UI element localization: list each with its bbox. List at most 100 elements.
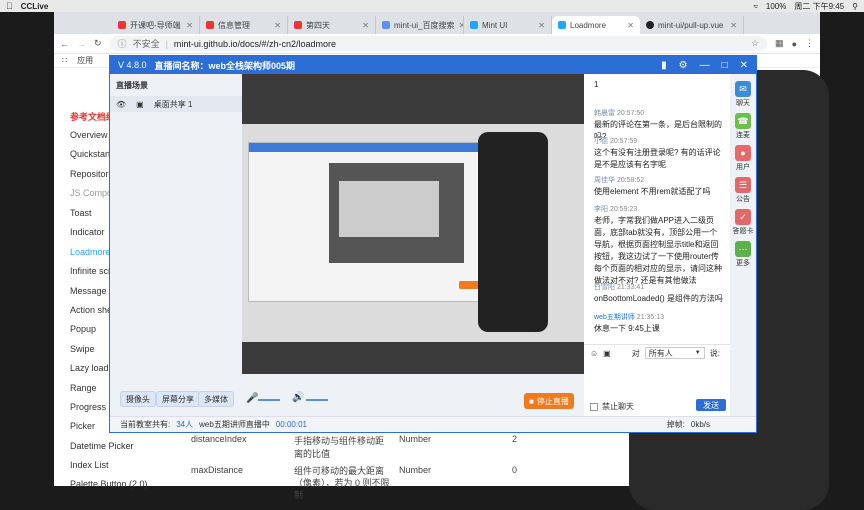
wifi-icon[interactable]: ≈	[753, 2, 757, 11]
nav-item[interactable]: Overview	[70, 130, 108, 140]
monitor-icon: ▣	[136, 99, 144, 109]
nav-item[interactable]: Quickstart	[70, 149, 111, 159]
close-icon[interactable]: ✕	[740, 60, 748, 71]
mute-all-toggle[interactable]: 禁止聊天	[590, 401, 634, 412]
nav-item[interactable]: Palette Button (2.0)	[70, 479, 148, 489]
browser-tab[interactable]: 信息管理 ✕	[200, 16, 288, 34]
maximize-icon[interactable]: □	[722, 60, 728, 71]
tab-label: Loadmore	[570, 20, 607, 30]
tab-favicon-icon	[294, 21, 302, 29]
app-name[interactable]: CCLive	[21, 2, 49, 11]
mic-volume-slider[interactable]	[258, 399, 280, 401]
nav-item[interactable]: Popup	[70, 324, 96, 334]
table-cell: distanceIndex	[191, 434, 247, 444]
chat-author: 小德	[594, 138, 608, 145]
nav-item[interactable]: Lazy load	[70, 363, 109, 373]
settings-icon[interactable]: ⚙	[679, 60, 688, 71]
menu-icon[interactable]: ⋮	[805, 38, 814, 49]
online-count: 34人	[176, 420, 194, 429]
chat-text: 这个有没有注册登录呢? 有的话评论是不是应该有名字呢	[594, 148, 721, 169]
close-icon[interactable]: ✕	[627, 21, 634, 30]
chat-input[interactable]	[590, 363, 724, 391]
browser-tab[interactable]: 第四天 ✕	[288, 16, 376, 34]
tab-strip: 开课吧-导师端✕ 信息管理✕ 第四天✕ mint-ui_百度搜索✕ Mint U…	[54, 12, 820, 34]
browser-tab[interactable]: Mint UI ✕	[464, 16, 552, 34]
media-button[interactable]: 多媒体	[198, 391, 234, 407]
speaker-icon[interactable]: 🔊	[292, 392, 304, 403]
github-icon	[646, 21, 654, 29]
emoji-icon[interactable]: ☺	[590, 349, 598, 358]
battery-level[interactable]: 100%	[766, 2, 786, 11]
nav-item[interactable]: Picker	[70, 421, 95, 431]
forward-icon[interactable]: →	[77, 39, 86, 49]
chat-text: 老师，字常我们做APP进入二级页面，底部tab就没有，顶部公用一个导航，根据页面…	[594, 216, 722, 285]
close-icon[interactable]: ✕	[186, 21, 193, 30]
nav-item[interactable]: Index List	[70, 460, 109, 470]
tab-label: mint-ui_百度搜索	[394, 20, 455, 30]
chat-time: 20:57:50	[616, 110, 645, 117]
extension-icon[interactable]: ▦	[775, 38, 784, 49]
link-icon[interactable]: ☎	[735, 113, 751, 129]
quiz-icon[interactable]: ✓	[735, 209, 751, 225]
room-title: 直播间名称：web全栈架构师005期	[154, 60, 296, 71]
nav-item[interactable]: Toast	[70, 208, 92, 218]
status-bar: 当前教室共有: 34人 web五期讲师直播中 00:00:01 掉帧: 0kb/…	[110, 416, 756, 432]
eye-icon[interactable]: 👁	[116, 100, 126, 109]
screen-share-button[interactable]: 屏幕分享	[156, 391, 200, 407]
table-cell: Number	[399, 434, 432, 444]
image-icon[interactable]: ▣	[603, 349, 611, 358]
chat-text: 使用element 不用rem就适配了吗	[594, 187, 711, 196]
back-icon[interactable]: ←	[60, 39, 69, 49]
chat-author: web五期讲师	[594, 314, 635, 321]
send-button[interactable]: 发送	[696, 399, 726, 411]
browser-tab-active[interactable]: Loadmore ✕	[552, 16, 640, 34]
chat-text: onBoottomLoaded() 是组件的方法吗	[594, 294, 723, 303]
close-icon[interactable]: ✕	[730, 21, 737, 30]
minimize-icon[interactable]: —	[700, 60, 710, 71]
cursor-icon: ➤	[530, 330, 539, 341]
close-icon[interactable]: ✕	[274, 21, 281, 30]
apps-icon[interactable]: ∷	[62, 56, 67, 65]
browser-tab[interactable]: 开课吧-导师端 ✕	[112, 16, 200, 34]
close-icon[interactable]: ✕	[538, 21, 545, 30]
profile-icon[interactable]: ●	[792, 39, 797, 49]
speaker-volume-slider[interactable]	[306, 399, 328, 401]
clock[interactable]: 周二 下午9:45	[794, 1, 844, 12]
nav-item-active[interactable]: Loadmore	[70, 247, 111, 257]
star-icon[interactable]: ☆	[751, 38, 759, 49]
chat-message: 周佳华 20:58:52 使用element 不用rem就适配了吗	[594, 175, 724, 198]
target-select[interactable]: 所有人 ▼	[644, 347, 705, 359]
close-icon[interactable]: ✕	[362, 21, 369, 30]
reload-icon[interactable]: ↻	[94, 38, 102, 49]
user-icon[interactable]: ●	[735, 145, 751, 161]
table-cell: 2	[512, 434, 518, 444]
stop-live-button[interactable]: ■ 停止直播	[524, 393, 574, 409]
apple-icon[interactable]: 	[6, 1, 13, 11]
camera-button[interactable]: 摄像头	[120, 391, 156, 407]
nav-item[interactable]: Indicator	[70, 227, 105, 237]
scene-item[interactable]: 👁 ▣ 桌面共享 1	[110, 96, 242, 112]
more-icon[interactable]: ⋯	[735, 241, 751, 257]
browser-tab[interactable]: mint-ui_百度搜索✕	[376, 16, 464, 34]
tab-label: Mint UI	[482, 20, 508, 30]
info-icon[interactable]: ⓘ	[118, 37, 127, 50]
tab-favicon-icon	[382, 21, 390, 29]
url-text[interactable]: mint-ui.github.io/docs/#/zh-cn2/loadmore	[174, 39, 336, 49]
apps-bookmark[interactable]: 应用	[77, 55, 93, 66]
online-label: 当前教室共有:	[120, 420, 171, 429]
scene-panel: 直播场景 👁 ▣ 桌面共享 1	[110, 74, 242, 374]
nav-item[interactable]: Datetime Picker	[70, 441, 134, 451]
table-cell: 0	[512, 465, 518, 475]
nav-item[interactable]: Swipe	[70, 344, 95, 354]
nav-item[interactable]: Progress	[70, 402, 106, 412]
mute-checkbox[interactable]	[590, 402, 598, 411]
url-bar[interactable]: ⓘ 不安全 | mint-ui.github.io/docs/#/zh-cn2/…	[109, 36, 768, 51]
browser-tab[interactable]: mint-ui/pull-up.vue ✕	[640, 16, 744, 34]
notice-icon[interactable]: ☰	[735, 177, 751, 193]
microphone-icon[interactable]: 🎤	[246, 393, 258, 404]
search-icon[interactable]: ⚲	[852, 2, 858, 11]
nav-item[interactable]: Range	[70, 383, 97, 393]
chat-icon[interactable]: ✉	[735, 81, 751, 97]
shared-screen-thumbnail	[242, 124, 584, 342]
table-cell: maxDistance	[191, 465, 244, 475]
